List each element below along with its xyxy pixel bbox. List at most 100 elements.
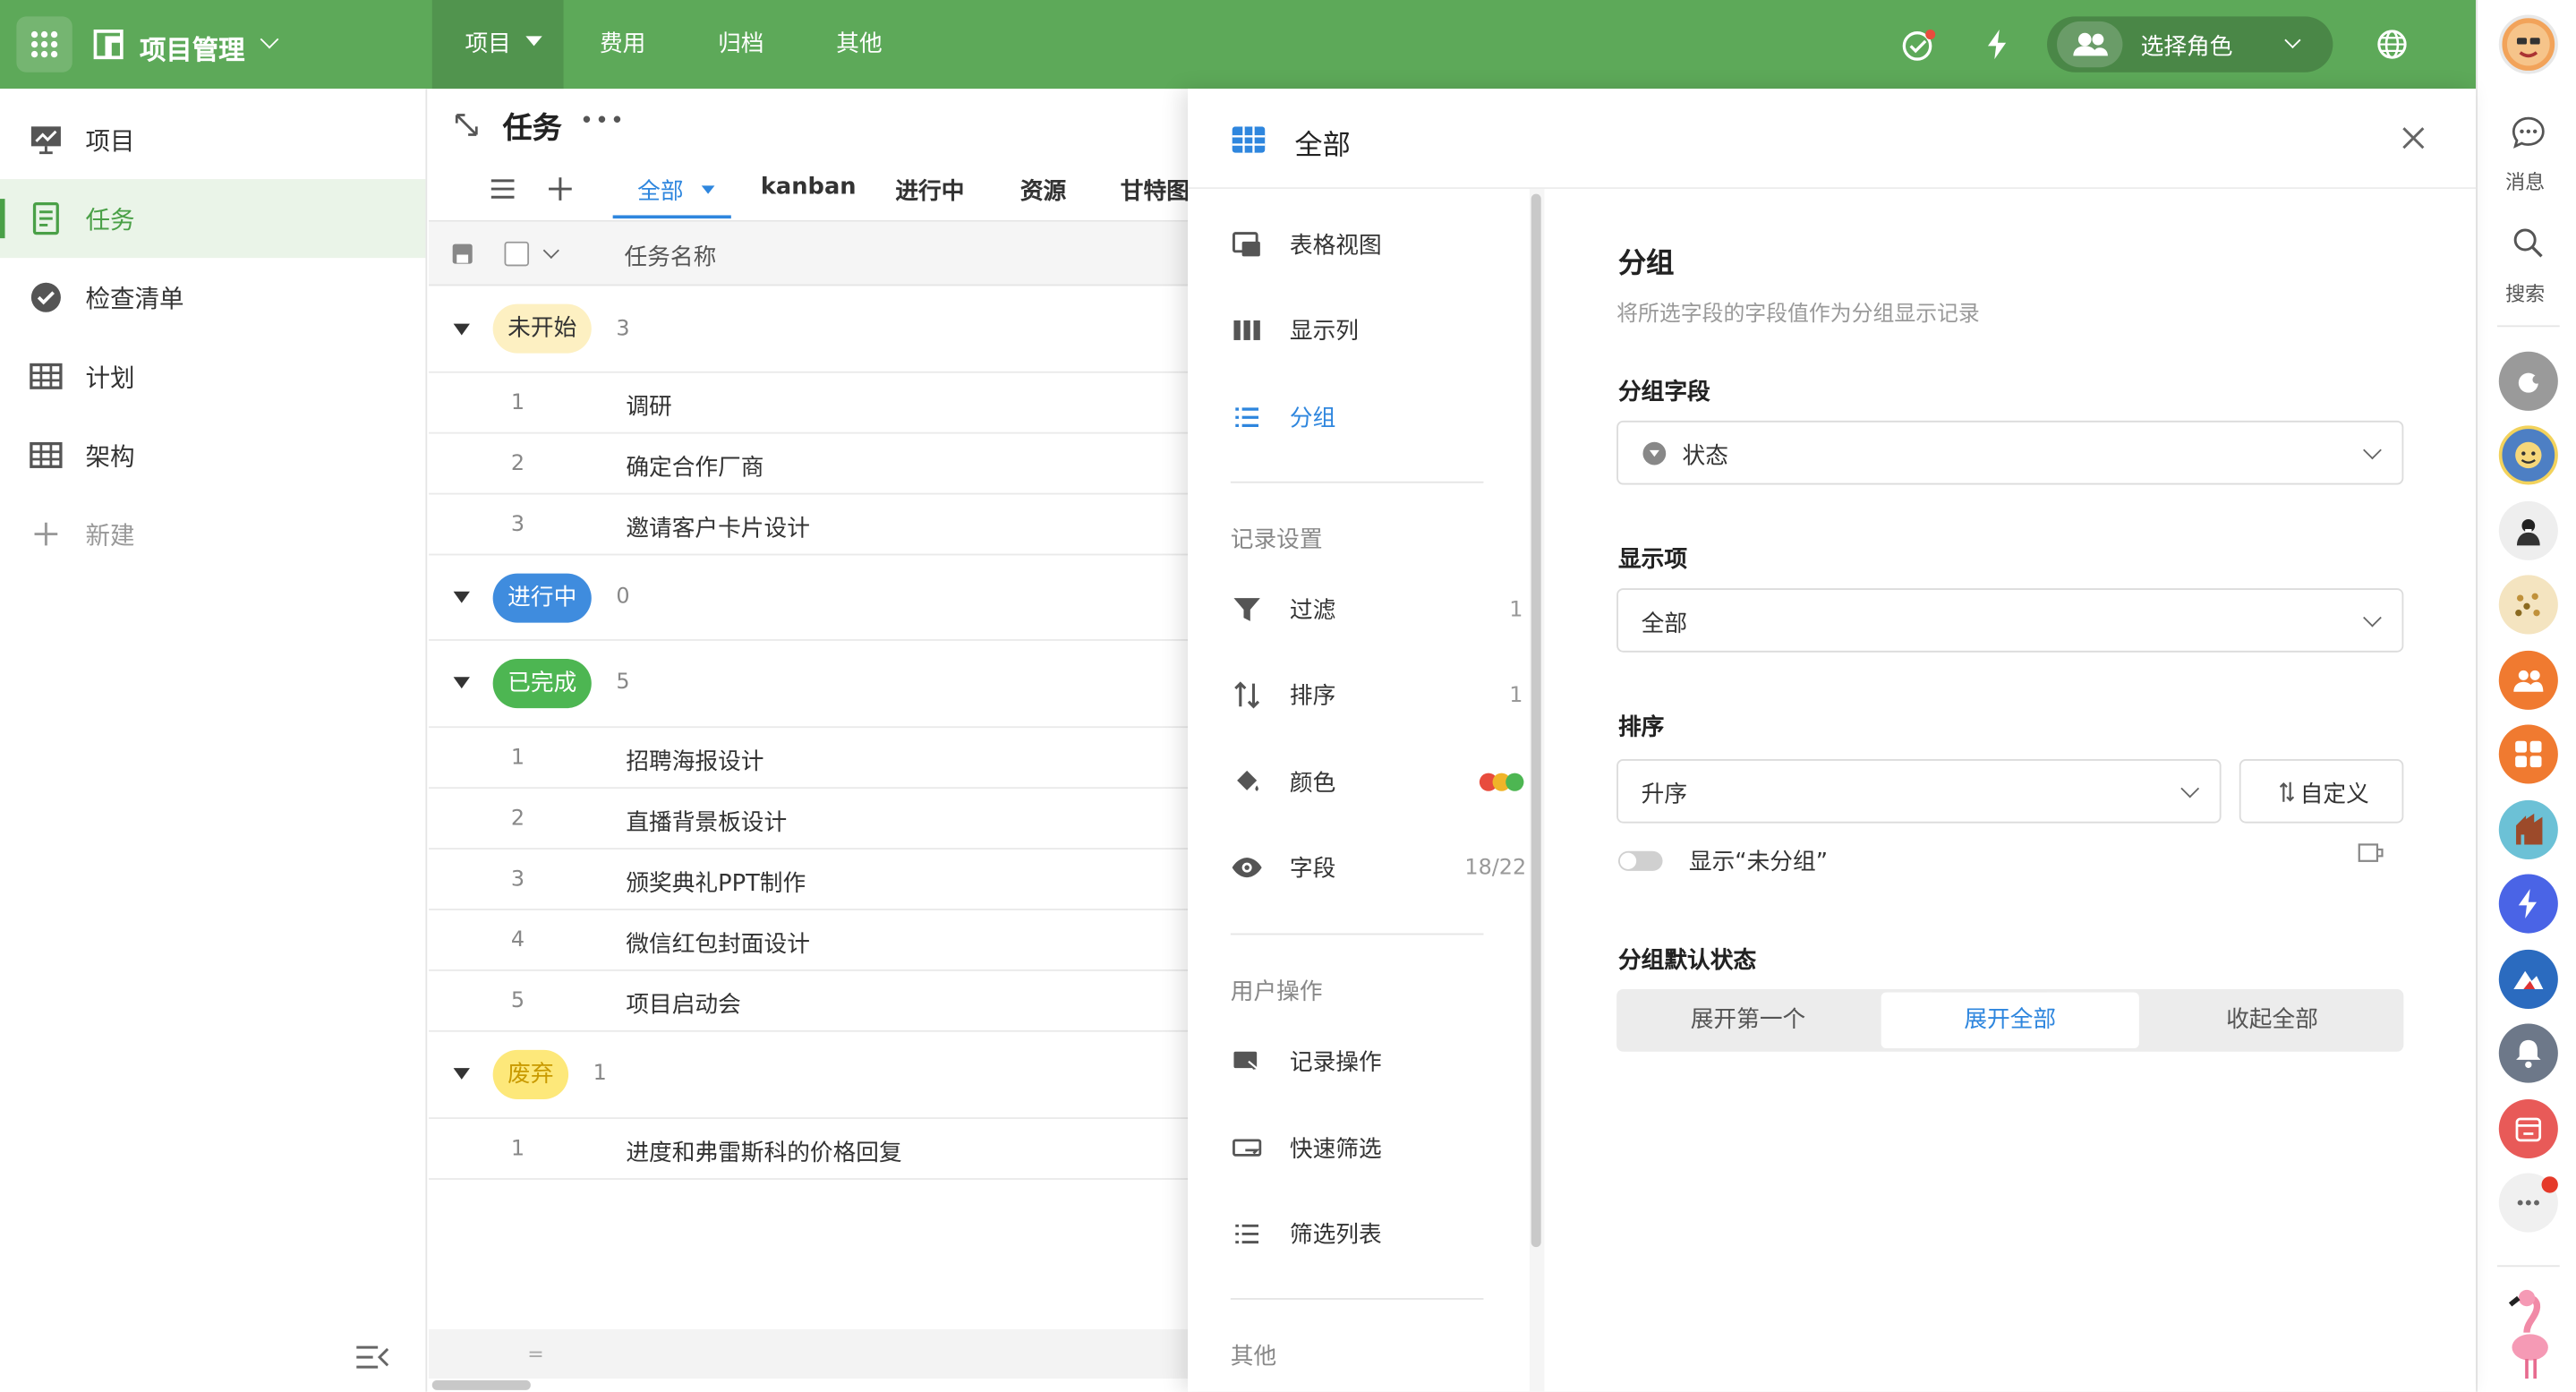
task-name: 微信红包封面设计 (626, 931, 810, 959)
column-header-task-name[interactable]: 任务名称 (624, 240, 716, 273)
sidebar-preview-icon[interactable] (2358, 841, 2384, 865)
menu-filter-list[interactable]: 筛选列表 (1231, 1213, 1382, 1256)
caret-down-icon (701, 185, 715, 194)
role-selector[interactable]: 选择角色 (2047, 16, 2333, 73)
flamingo-mascot-icon[interactable] (2501, 1285, 2560, 1383)
search-icon[interactable] (2512, 226, 2545, 260)
nav-costs[interactable]: 费用 (600, 0, 645, 89)
table-row[interactable]: 1 招聘海报设计 (429, 728, 1189, 790)
app-grid-icon[interactable] (16, 16, 73, 73)
grid-app-icon[interactable] (2498, 724, 2558, 784)
character-app-icon[interactable] (2498, 500, 2558, 560)
menu-group[interactable]: 分组 (1231, 396, 1335, 439)
table-row[interactable]: 2 直播背景板设计 (429, 789, 1189, 850)
apple-app-icon[interactable] (2498, 351, 2558, 411)
segment-collapse-all[interactable]: 收起全部 (2142, 989, 2401, 1052)
message-icon[interactable] (2511, 115, 2546, 150)
chevron-down-icon[interactable] (542, 242, 559, 259)
task-check-icon[interactable] (1901, 28, 1937, 64)
tab-all[interactable]: 全部 (612, 169, 731, 219)
collapse-triangle-icon[interactable] (453, 591, 470, 603)
group-header-not-started[interactable]: 未开始 3 (429, 286, 1189, 373)
user-avatar[interactable] (2498, 14, 2558, 74)
menu-label: 字段 (1289, 856, 1336, 883)
view-list-icon[interactable] (490, 177, 516, 201)
collapse-triangle-icon[interactable] (453, 1068, 470, 1080)
bell-app-icon[interactable] (2498, 1023, 2558, 1083)
team-app-icon[interactable] (2498, 650, 2558, 710)
show-ungrouped-toggle[interactable] (1617, 850, 1663, 871)
table-row[interactable]: 4 微信红包封面设计 (429, 910, 1189, 971)
collapse-sidebar-icon[interactable] (354, 1343, 390, 1372)
group-field-select[interactable]: 状态 (1616, 420, 2404, 485)
search-label[interactable]: 搜索 (2505, 279, 2545, 307)
table-row[interactable]: 3 颁奖典礼PPT制作 (429, 850, 1189, 910)
custom-sort-button[interactable]: 自定义 (2239, 759, 2404, 824)
hands-app-icon[interactable] (2498, 799, 2558, 859)
menu-filter[interactable]: 过滤 1 (1231, 588, 1526, 631)
display-items-select[interactable]: 全部 (1616, 588, 2404, 653)
chevron-down-icon[interactable] (260, 30, 279, 49)
lightning-icon[interactable] (1982, 28, 2015, 61)
more-apps-icon[interactable] (2498, 1173, 2558, 1233)
tab-resources[interactable]: 资源 (1020, 175, 1066, 224)
mountain-app-icon[interactable] (2498, 949, 2558, 1009)
panel-header-divider (1188, 187, 2477, 190)
save-icon[interactable] (452, 243, 473, 265)
paint-bucket-icon (1231, 765, 1264, 798)
app-title[interactable]: 项目管理 (140, 28, 245, 67)
sidebar-new-button[interactable]: 新建 (0, 494, 425, 573)
sidebar-item-projects[interactable]: 项目 (0, 100, 425, 179)
close-icon[interactable] (2401, 124, 2427, 150)
expand-icon[interactable] (454, 112, 480, 138)
more-options-icon[interactable]: ••• (580, 108, 626, 134)
group-header-completed[interactable]: 已完成 5 (429, 641, 1189, 729)
collapse-triangle-icon[interactable] (453, 677, 470, 689)
nav-other[interactable]: 其他 (836, 0, 882, 89)
table-row[interactable]: 1 调研 (429, 373, 1189, 434)
menu-sort[interactable]: 排序 1 (1231, 674, 1526, 717)
table-row[interactable]: 1 进度和弗雷斯科的价格回复 (429, 1119, 1189, 1180)
sort-arrows-icon (2279, 781, 2295, 804)
table-row[interactable]: 3 邀请客户卡片设计 (429, 494, 1189, 556)
tab-kanban[interactable]: kanban (761, 175, 857, 224)
sidebar-item-architecture[interactable]: 架构 (0, 415, 425, 494)
menu-table-view[interactable]: 表格视图 (1231, 224, 1382, 267)
menu-color[interactable]: 颜色 (1231, 761, 1526, 804)
add-view-icon[interactable] (547, 175, 573, 201)
sidebar-item-checklist[interactable]: 检查清单 (0, 258, 425, 337)
sidebar-item-tasks[interactable]: 任务 (0, 179, 426, 259)
lightning-app-icon[interactable] (2498, 874, 2558, 934)
row-number: 3 (510, 867, 525, 892)
segment-expand-all[interactable]: 展开全部 (1881, 992, 2139, 1049)
collapse-triangle-icon[interactable] (453, 323, 470, 336)
menu-fields[interactable]: 字段 18/22 (1231, 846, 1526, 889)
table-grid-icon (30, 360, 63, 393)
group-header-discarded[interactable]: 废弃 1 (429, 1032, 1189, 1119)
pattern-app-icon[interactable] (2498, 575, 2558, 635)
nav-archive[interactable]: 归档 (718, 0, 763, 89)
menu-scrollbar[interactable] (1531, 193, 1541, 1248)
vault-boy-app-icon[interactable] (2498, 425, 2558, 485)
horizontal-scrollbar[interactable] (431, 1379, 531, 1390)
messages-label[interactable]: 消息 (2505, 167, 2545, 195)
tab-in-progress[interactable]: 进行中 (895, 175, 964, 224)
menu-record-actions[interactable]: 记录操作 (1231, 1040, 1382, 1083)
select-all-checkbox[interactable] (504, 241, 530, 267)
table-row[interactable]: 2 确定合作厂商 (429, 434, 1189, 495)
calendar-app-icon[interactable] (2498, 1098, 2558, 1159)
chevron-down-icon (2180, 779, 2200, 798)
tab-gantt[interactable]: 甘特图 (1121, 175, 1190, 224)
sidebar-item-plan[interactable]: 计划 (0, 337, 425, 415)
table-row[interactable]: 5 项目启动会 (429, 971, 1189, 1032)
globe-icon[interactable] (2376, 28, 2409, 61)
segment-expand-first[interactable]: 展开第一个 (1618, 989, 1878, 1052)
menu-quick-filter[interactable]: 快速筛选 (1231, 1127, 1382, 1170)
menu-label: 显示列 (1289, 319, 1359, 346)
group-header-in-progress[interactable]: 进行中 0 (429, 555, 1189, 641)
nav-projects[interactable]: 项目 (431, 0, 564, 90)
task-name: 进度和弗雷斯科的价格回复 (626, 1140, 902, 1167)
sort-select[interactable]: 升序 (1616, 759, 2222, 824)
menu-display-columns[interactable]: 显示列 (1231, 309, 1359, 352)
task-name: 招聘海报设计 (626, 748, 764, 776)
